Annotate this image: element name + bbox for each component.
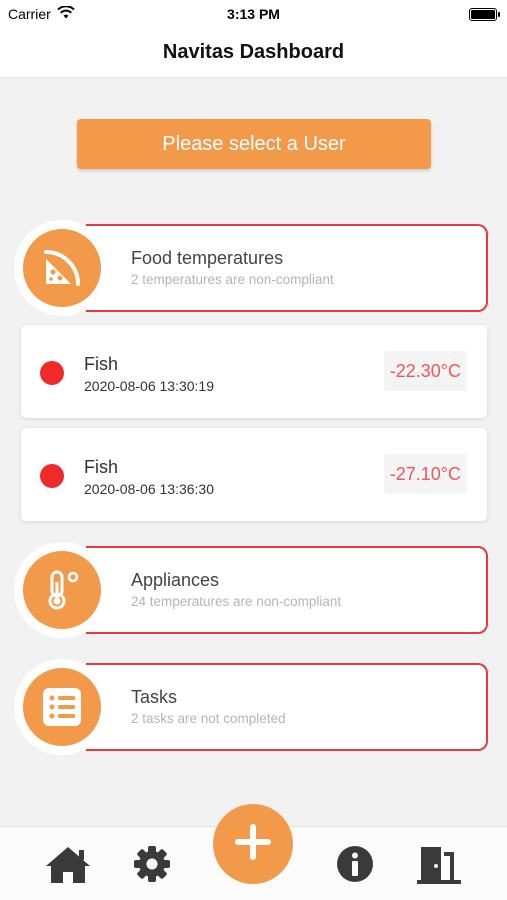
info-icon[interactable]	[336, 845, 374, 883]
category-icon-wrap	[14, 220, 110, 316]
reading-temperature: -22.30°C	[383, 351, 467, 391]
category-subtitle: 2 temperatures are non-compliant	[131, 272, 334, 287]
status-time: 3:13 PM	[227, 6, 280, 22]
logout-icon[interactable]	[417, 845, 465, 885]
category-icon-wrap	[14, 659, 110, 755]
reading-row[interactable]: Fish 2020-08-06 13:30:19 -22.30°C	[21, 325, 487, 418]
nav-bar: Navitas Dashboard	[0, 28, 507, 78]
status-bar: Carrier 3:13 PM	[0, 0, 507, 28]
category-appliances[interactable]: Appliances 24 temperatures are non-compl…	[14, 542, 488, 638]
category-icon-wrap	[14, 542, 110, 638]
category-title: Appliances	[131, 570, 220, 590]
page-title: Navitas Dashboard	[162, 41, 345, 63]
reading-row[interactable]: Fish 2020-08-06 13:36:30 -27.10°C	[21, 428, 487, 521]
select-user-button[interactable]: Please select a User	[77, 119, 431, 169]
gear-icon[interactable]	[133, 845, 171, 883]
status-dot	[40, 361, 64, 385]
reading-timestamp: 2020-08-06 13:36:30	[84, 481, 214, 497]
category-subtitle: 2 tasks are not completed	[131, 711, 286, 726]
reading-temperature: -27.10°C	[383, 454, 467, 494]
thermometer-icon	[23, 551, 101, 629]
status-dot	[40, 464, 64, 488]
battery-icon	[469, 8, 500, 21]
home-icon[interactable]	[44, 845, 92, 885]
category-title: Food temperatures	[131, 248, 284, 268]
category-food-temperatures[interactable]: Food temperatures 2 temperatures are non…	[14, 220, 488, 316]
category-tasks[interactable]: Tasks 2 tasks are not completed	[14, 659, 488, 755]
category-subtitle: 24 temperatures are non-compliant	[131, 594, 342, 609]
reading-name: Fish	[84, 457, 119, 477]
list-icon	[23, 668, 101, 746]
reading-timestamp: 2020-08-06 13:30:19	[84, 378, 214, 394]
pizza-icon	[23, 229, 101, 307]
category-title: Tasks	[131, 687, 178, 707]
add-button[interactable]	[213, 804, 293, 884]
plus-icon	[233, 822, 273, 867]
reading-name: Fish	[84, 354, 119, 374]
